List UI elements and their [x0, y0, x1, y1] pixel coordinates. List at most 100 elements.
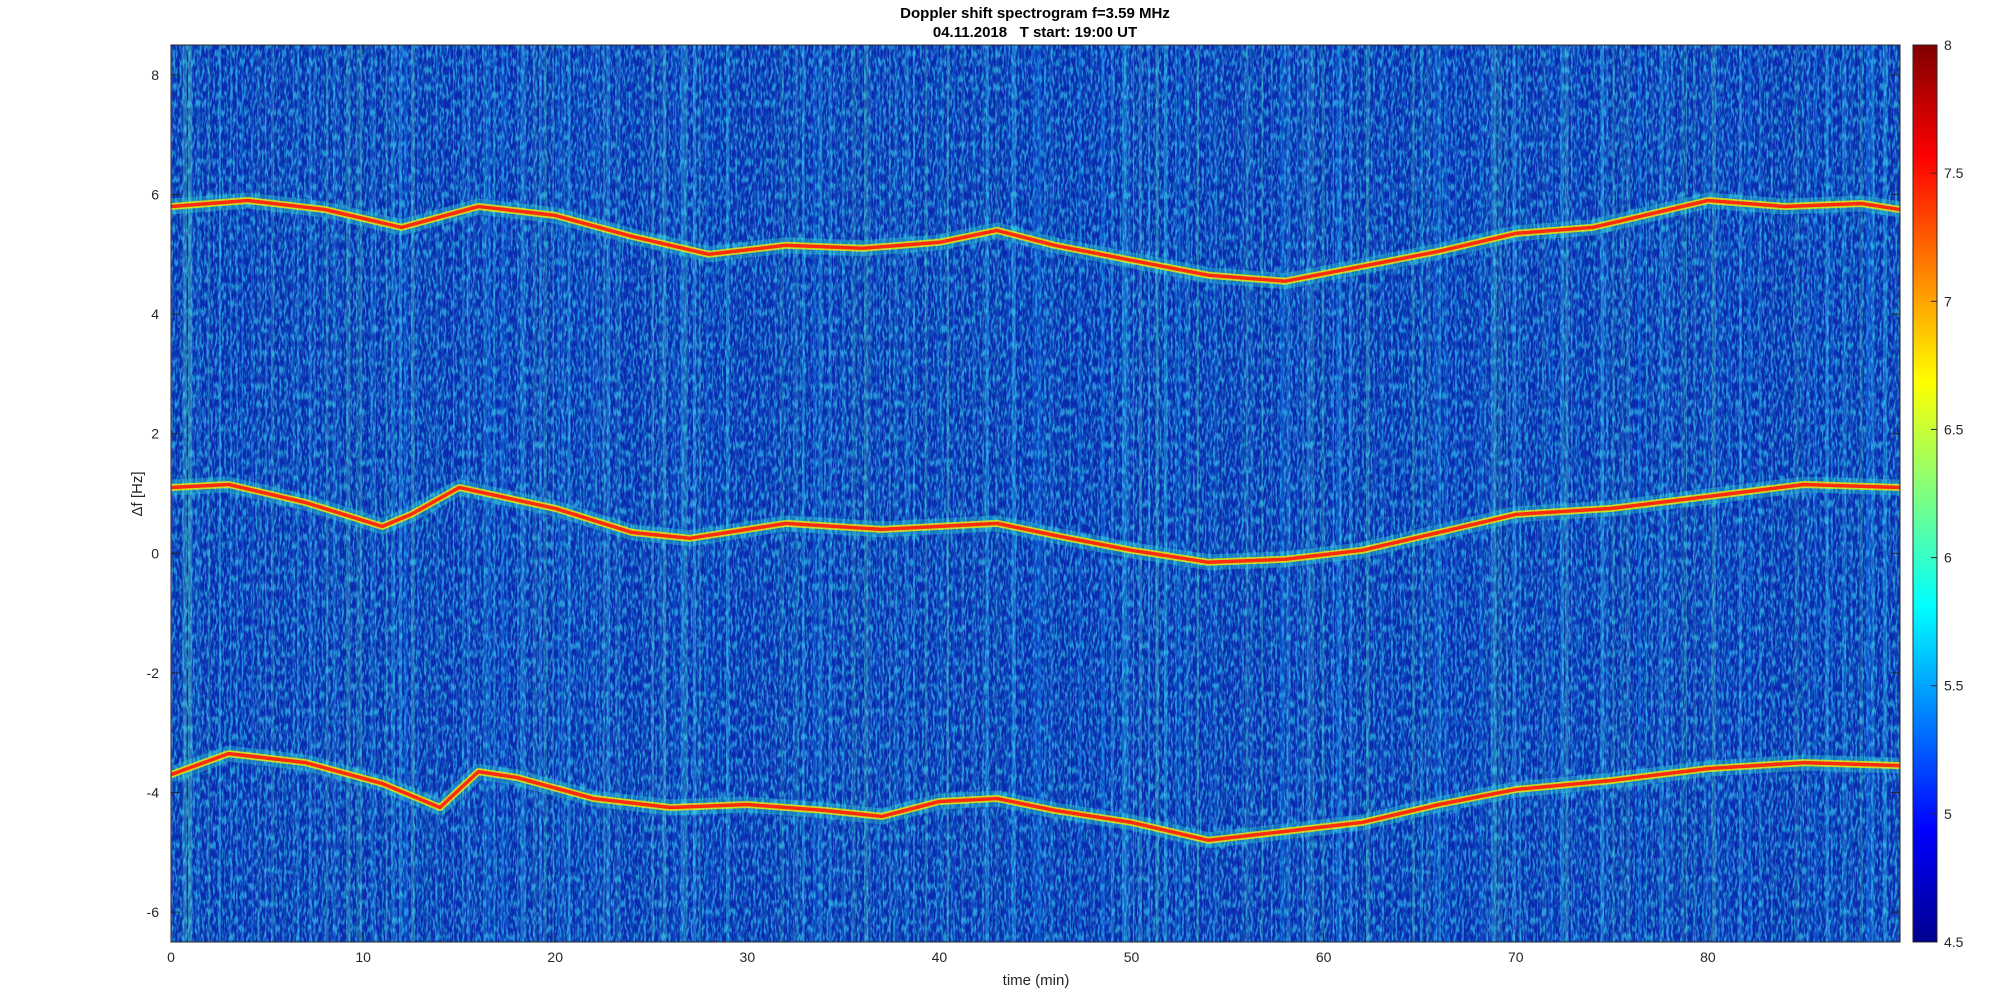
stripe	[1213, 45, 1218, 942]
y-tick-label: -2	[147, 665, 160, 681]
stripe	[1100, 45, 1105, 942]
stripe	[1209, 45, 1212, 942]
colorbar-tick-label: 7	[1944, 293, 1952, 309]
stripe	[595, 45, 598, 942]
stripe	[1814, 45, 1817, 942]
stripe	[1645, 45, 1647, 942]
stripe	[385, 45, 388, 942]
stripe	[1582, 45, 1585, 942]
y-tick-label: 8	[151, 67, 159, 83]
x-tick-label: 60	[1316, 949, 1332, 965]
stripe	[561, 45, 566, 942]
stripe	[1296, 45, 1299, 942]
stripe	[332, 45, 336, 942]
stripe	[1565, 45, 1569, 942]
spectrogram-figure: Doppler shift spectrogram f=3.59 MHz 04.…	[129, 5, 1964, 989]
stripe	[321, 45, 324, 942]
stripe	[1638, 45, 1642, 942]
stripe	[1132, 45, 1135, 942]
stripe	[1493, 45, 1497, 942]
stripe	[1612, 45, 1615, 942]
stripe	[1241, 45, 1244, 942]
stripe	[579, 45, 581, 942]
stripe	[1306, 45, 1311, 942]
y-tick-label: 2	[151, 426, 159, 442]
colorbar-tick-label: 6.5	[1944, 421, 1964, 437]
stripe	[391, 45, 396, 942]
stripe	[1373, 45, 1375, 942]
stripe	[1321, 45, 1325, 942]
stripe	[1525, 45, 1528, 942]
stripe	[1221, 45, 1223, 942]
stripe	[1280, 45, 1284, 942]
x-tick-label: 40	[932, 949, 948, 965]
colorbar-gradient	[1912, 44, 1938, 943]
stripe	[1650, 45, 1654, 942]
stripe	[1541, 45, 1547, 942]
stripe	[1620, 45, 1625, 942]
stripe	[567, 45, 571, 942]
stripe	[1593, 45, 1596, 942]
y-tick-label: 0	[151, 545, 159, 561]
stripe	[1122, 45, 1127, 942]
y-tick-label: 4	[151, 306, 159, 322]
chart-subtitle: 04.11.2018 T start: 19:00 UT	[933, 24, 1137, 41]
stripe	[218, 45, 221, 942]
stripe	[1163, 45, 1168, 942]
y-tick-label: 6	[151, 187, 159, 203]
stripe	[356, 45, 361, 942]
stripe	[336, 45, 340, 942]
stripe	[417, 45, 419, 942]
y-axis-label: Δf [Hz]	[129, 471, 146, 516]
stripe	[1310, 45, 1315, 942]
stripe	[1479, 45, 1484, 942]
stripe	[1270, 45, 1273, 942]
stripe	[1366, 45, 1370, 942]
colorbar-tick-label: 8	[1944, 37, 1952, 53]
stripe	[374, 45, 376, 942]
stripe	[1472, 45, 1477, 942]
stripe	[1283, 45, 1286, 942]
stripe	[1249, 45, 1254, 942]
x-tick-label: 0	[167, 949, 175, 965]
stripe	[1505, 45, 1508, 942]
stripe	[1831, 45, 1833, 942]
stripe	[1807, 45, 1810, 942]
x-axis-label: time (min)	[1003, 972, 1070, 989]
stripe	[525, 45, 527, 942]
stripe	[1512, 45, 1517, 942]
stripe	[1261, 45, 1264, 942]
stripe	[583, 45, 586, 942]
stripe	[599, 45, 601, 942]
stripe	[1560, 45, 1565, 942]
chart-title: Doppler shift spectrogram f=3.59 MHz	[900, 5, 1170, 22]
stripe	[308, 45, 312, 942]
colorbar-tick-label: 4.5	[1944, 934, 1964, 950]
stripe	[1659, 45, 1664, 942]
colorbar-tick-label: 5.5	[1944, 678, 1964, 694]
colorbar-tick-label: 7.5	[1944, 165, 1964, 181]
stripe	[1605, 45, 1609, 942]
x-tick-label: 20	[547, 949, 563, 965]
stripe	[1336, 45, 1340, 942]
stripe	[370, 45, 374, 942]
stripe	[1485, 45, 1488, 942]
stripe	[1302, 45, 1304, 942]
x-tick-label: 50	[1124, 949, 1140, 965]
stripe	[1349, 45, 1353, 942]
stripe	[1110, 45, 1114, 942]
stripe	[1626, 45, 1631, 942]
stripe	[1575, 45, 1580, 942]
stripe	[1196, 45, 1199, 942]
stripe	[1228, 45, 1232, 942]
stripe	[1551, 45, 1553, 942]
stripe	[1175, 45, 1177, 942]
stripe	[1356, 45, 1358, 942]
stripe	[1185, 45, 1190, 942]
stripe	[1090, 45, 1093, 942]
stripe	[1498, 45, 1503, 942]
stripe	[404, 45, 408, 942]
stripe	[1178, 45, 1181, 942]
x-tick-label: 30	[740, 949, 756, 965]
stripe	[1571, 45, 1573, 942]
